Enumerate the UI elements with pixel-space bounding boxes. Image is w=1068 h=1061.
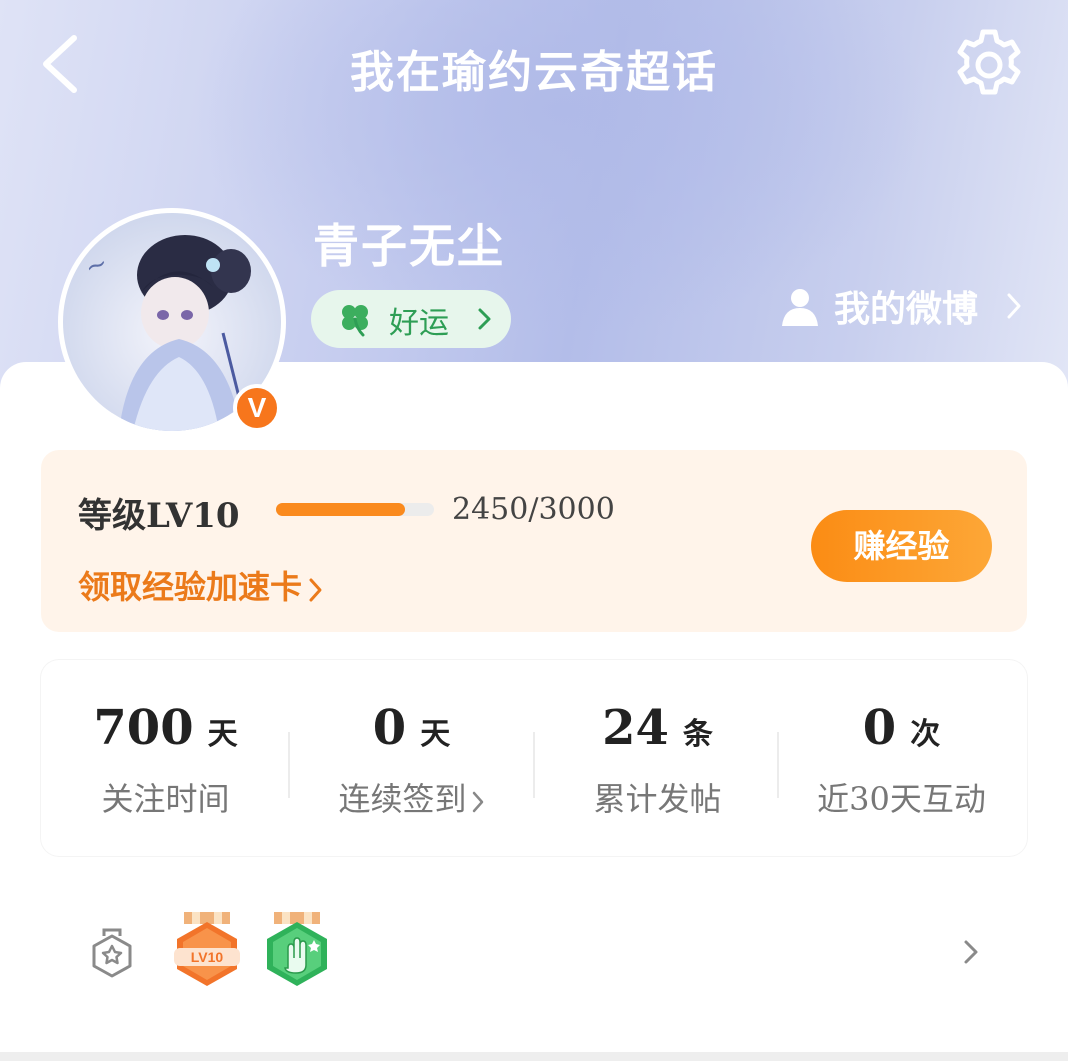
level-badge-icon: LV10 — [174, 912, 240, 986]
stat-value: 0 — [372, 700, 407, 756]
stat-checkin-streak[interactable]: 0天 连续签到 — [289, 700, 534, 820]
accelerate-card-link[interactable]: 领取经验加速卡 — [78, 562, 324, 606]
stat-value: 24 — [602, 700, 669, 756]
level-progress-text: 2450/3000 — [452, 492, 615, 527]
chevron-right-icon — [478, 308, 491, 330]
stat-label: 关注时间 — [101, 780, 230, 818]
stat-label: 近30天互动 — [817, 780, 986, 818]
stat-unit: 天 — [420, 717, 451, 752]
stat-total-posts: 24 条 累计发帖 — [535, 700, 780, 820]
badge-wall-icon — [92, 928, 132, 978]
stat-unit: 条 — [682, 717, 713, 752]
clover-icon — [342, 305, 368, 337]
settings-button[interactable] — [950, 26, 1028, 104]
top-bar: 我在瑜约云奇超话 — [0, 0, 1068, 130]
my-weibo-label: 我的微博 — [834, 288, 979, 330]
chevron-right-icon — [1007, 293, 1021, 319]
stat-value: 700 — [93, 700, 194, 756]
hand-badge-icon — [267, 912, 327, 986]
stat-interactions-30d: 0次 近30天互动 — [779, 700, 1024, 820]
chevron-right-icon — [472, 791, 483, 812]
person-icon — [782, 289, 818, 326]
gear-icon — [957, 29, 1021, 95]
earn-experience-button[interactable]: 赚经验 — [811, 510, 992, 582]
stat-label: 连续签到 — [338, 780, 467, 818]
level-progress-bar — [276, 503, 434, 516]
luck-button[interactable]: 好运 — [311, 290, 511, 348]
stat-label: 累计发帖 — [593, 780, 722, 818]
level-badge-text: LV10 — [191, 949, 224, 965]
luck-label: 好运 — [389, 306, 449, 341]
stat-unit: 天 — [207, 717, 238, 752]
stat-follow-time: 700 天 关注时间 — [43, 700, 288, 820]
stat-value: 0 — [862, 700, 897, 756]
chevron-right-icon — [309, 578, 322, 601]
chevron-right-icon — [964, 940, 978, 964]
level-label: 等级LV10 — [78, 496, 240, 536]
my-weibo-link[interactable]: 我的微博 — [780, 278, 1030, 334]
verified-badge: V — [233, 384, 281, 432]
accelerate-card-label: 领取经验加速卡 — [78, 568, 303, 606]
page-title: 我在瑜约云奇超话 — [350, 47, 718, 98]
stat-unit: 次 — [910, 717, 941, 752]
username[interactable]: 青子无尘 — [313, 210, 505, 276]
bottom-divider — [0, 1052, 1068, 1061]
level-progress-fill — [276, 503, 406, 516]
